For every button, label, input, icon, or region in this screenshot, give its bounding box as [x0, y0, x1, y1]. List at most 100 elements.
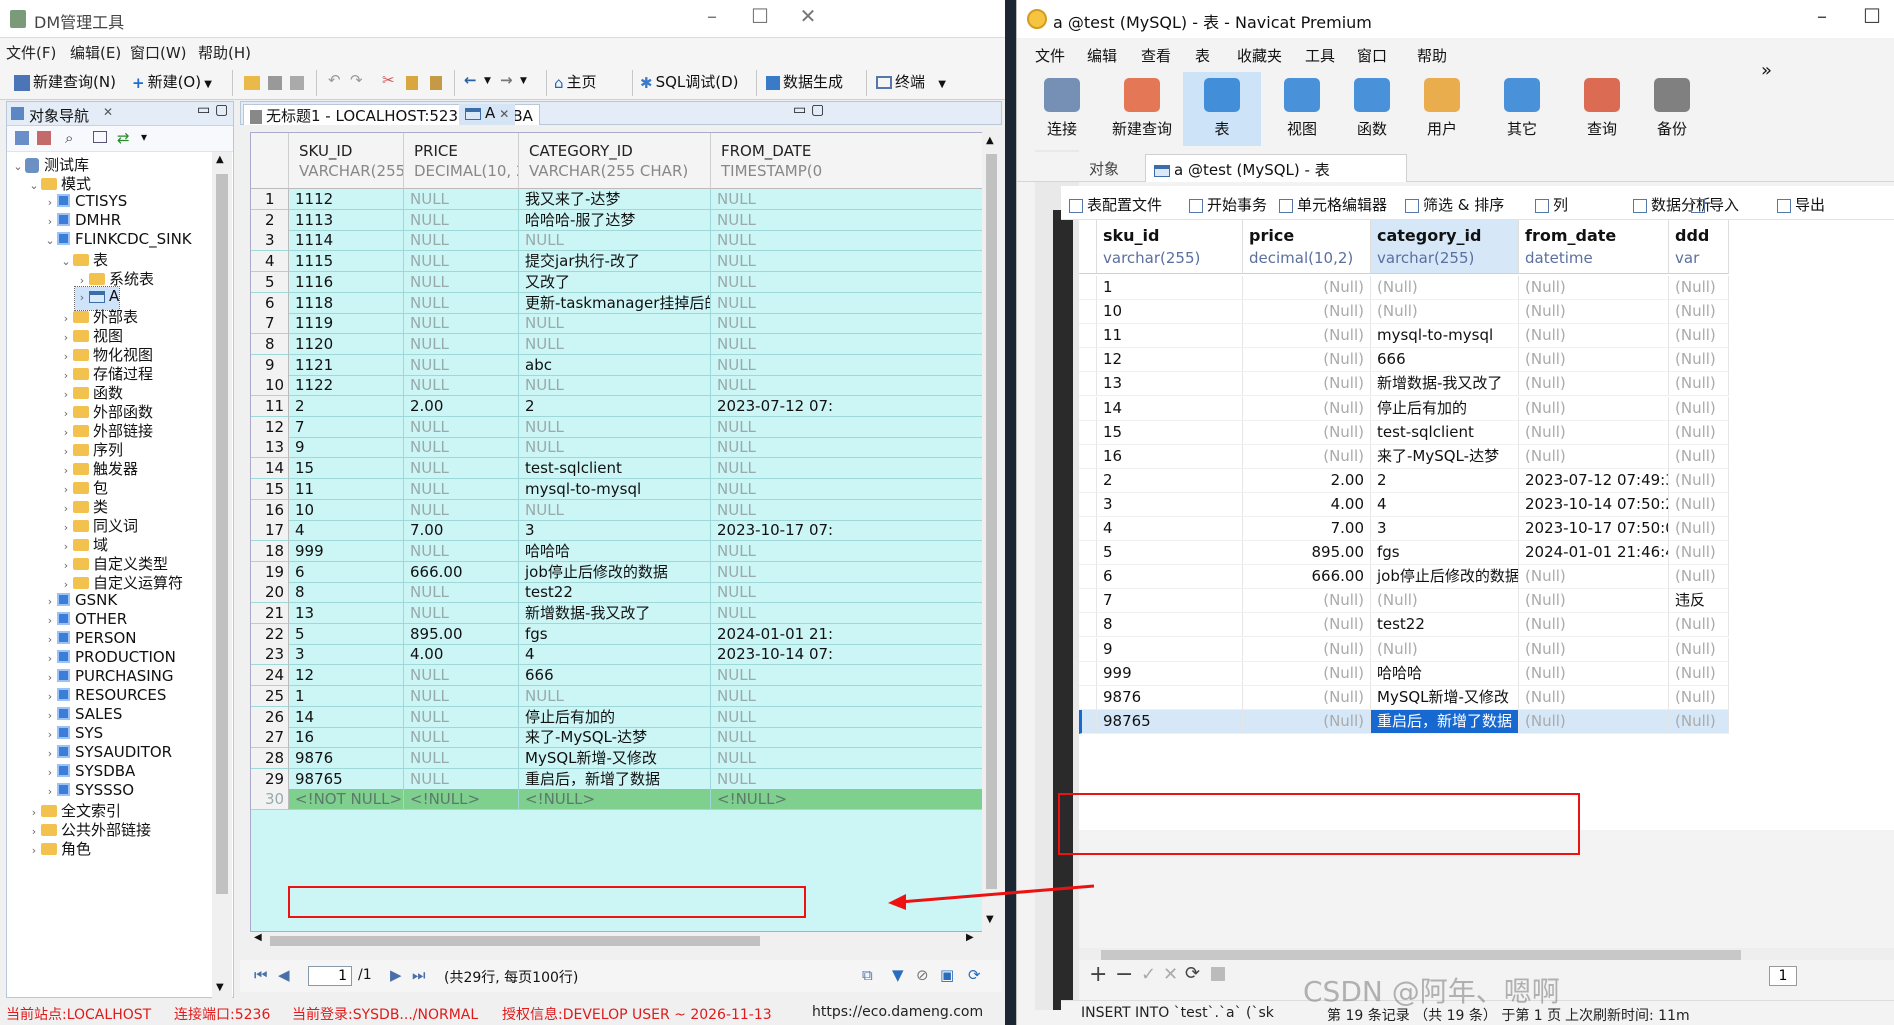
- menu-window[interactable]: 窗口(W): [130, 42, 187, 63]
- grid-cell[interactable]: NULL: [404, 478, 519, 500]
- collapsed-icon[interactable]: ›: [43, 690, 57, 703]
- grid-cell[interactable]: (Null): [1371, 637, 1519, 662]
- grid-cell[interactable]: NULL: [519, 499, 711, 521]
- grid-cell[interactable]: NULL: [519, 437, 711, 459]
- collapsed-icon[interactable]: ›: [43, 728, 57, 741]
- ribbon-button[interactable]: 连接: [1023, 72, 1101, 146]
- row-marker[interactable]: [1079, 300, 1097, 325]
- grid-cell[interactable]: 2023-10-14 07:: [711, 644, 991, 666]
- grid-cell[interactable]: (Null): [1243, 661, 1371, 686]
- grid-cell[interactable]: <!NULL>: [519, 789, 711, 811]
- grid-cell[interactable]: NULL: [711, 500, 991, 521]
- grid-cell[interactable]: (Null): [1519, 444, 1669, 469]
- grid-cell[interactable]: 哈哈哈-服了达梦: [519, 209, 711, 231]
- grid-cell[interactable]: NULL: [711, 727, 991, 749]
- grid-cell[interactable]: 4: [1097, 517, 1243, 541]
- grid-cell[interactable]: (Null): [1669, 492, 1729, 517]
- grid-cell[interactable]: NULL: [711, 479, 991, 500]
- grid-cell[interactable]: 10: [1097, 300, 1243, 325]
- tab-objects[interactable]: 对象: [1089, 158, 1119, 179]
- collapsed-icon[interactable]: ›: [43, 633, 57, 646]
- column-header[interactable]: PRICE DECIMAL(10, 2): [404, 133, 519, 189]
- grid-cell[interactable]: 1114: [289, 230, 404, 252]
- table-toolbar-button[interactable]: 表配置文件: [1069, 194, 1162, 215]
- filter-icon[interactable]: ▼: [892, 966, 904, 984]
- discard-button[interactable]: ✕: [1163, 964, 1178, 985]
- collapsed-icon[interactable]: ›: [43, 196, 57, 209]
- grid-cell[interactable]: 9: [289, 437, 404, 459]
- grid-cell[interactable]: NULL: [519, 375, 711, 397]
- grid-cell[interactable]: 10: [289, 499, 404, 521]
- grid-cell[interactable]: NULL: [711, 437, 991, 459]
- apply-button[interactable]: ✓: [1141, 964, 1156, 985]
- grid-cell[interactable]: test22: [519, 582, 711, 604]
- grid-cell[interactable]: NULL: [519, 333, 711, 355]
- row-marker[interactable]: [1079, 541, 1097, 566]
- grid-cell[interactable]: 又改了: [519, 271, 711, 293]
- grid-cell[interactable]: 895.00: [404, 623, 519, 645]
- table-toolbar-button[interactable]: 列: [1535, 194, 1568, 215]
- back-dropdown-icon[interactable]: ▼: [484, 76, 491, 100]
- column-header[interactable]: price decimal(10,2): [1243, 220, 1371, 274]
- collapsed-icon[interactable]: ›: [59, 445, 73, 458]
- row-marker[interactable]: [1079, 565, 1097, 590]
- grid-cell[interactable]: 15: [289, 458, 404, 480]
- grid-cell[interactable]: 哈哈哈: [519, 540, 711, 562]
- collapsed-icon[interactable]: ›: [59, 464, 73, 477]
- table-toolbar-button[interactable]: 筛选 & 排序: [1405, 194, 1504, 215]
- grid-cell[interactable]: 5: [1097, 541, 1243, 566]
- grid-cell[interactable]: 9876: [1097, 685, 1243, 710]
- menu-item[interactable]: 查看: [1141, 45, 1171, 66]
- grid-cell[interactable]: NULL: [404, 458, 519, 480]
- expanded-icon[interactable]: ⌄: [11, 160, 25, 173]
- table-toolbar-button[interactable]: 单元格编辑器: [1279, 194, 1387, 215]
- grid-cell[interactable]: 2023-07-12 07:: [711, 396, 991, 417]
- grid-cell[interactable]: (Null): [1243, 685, 1371, 710]
- grid-cell[interactable]: 3: [1371, 517, 1519, 541]
- grid-cell[interactable]: (Null): [1243, 300, 1371, 325]
- collapsed-icon[interactable]: ›: [43, 652, 57, 665]
- grid-cell[interactable]: NULL: [711, 251, 991, 273]
- row-marker[interactable]: [1079, 613, 1097, 638]
- grid-cell[interactable]: 2024-01-01 21:: [711, 624, 991, 645]
- row-marker[interactable]: [1079, 685, 1097, 710]
- save-grid-icon[interactable]: ▣: [940, 966, 954, 984]
- grid-cell[interactable]: (Null): [1669, 420, 1729, 445]
- grid-cell[interactable]: NULL: [404, 251, 519, 273]
- grid-cell[interactable]: NULL: [519, 416, 711, 438]
- maximize-panel-icon[interactable]: ▢: [215, 102, 228, 118]
- menu-item[interactable]: 编辑: [1087, 45, 1117, 66]
- last-page-icon[interactable]: ⏭: [412, 966, 426, 984]
- collapsed-icon[interactable]: ›: [43, 709, 57, 722]
- column-header[interactable]: FROM_DATE TIMESTAMP(0: [711, 133, 991, 189]
- grid-cell[interactable]: 3: [519, 520, 711, 542]
- forward-icon[interactable]: →: [500, 71, 513, 95]
- close-tab-icon[interactable]: ✕: [103, 105, 113, 119]
- grid-cell[interactable]: 重启后，新增了数据: [1371, 709, 1519, 734]
- grid-cell[interactable]: (Null): [1519, 396, 1669, 421]
- grid-cell[interactable]: MySQL新增-又修改: [519, 747, 711, 769]
- column-header[interactable]: sku_id varchar(255): [1097, 220, 1243, 274]
- grid-cell[interactable]: 4: [289, 520, 404, 542]
- grid-cell[interactable]: NULL: [404, 685, 519, 707]
- row-marker[interactable]: [1079, 468, 1097, 493]
- grid-cell[interactable]: 更新-taskmanager挂掉后的操作: [519, 292, 711, 314]
- grid-cell[interactable]: NULL: [404, 375, 519, 397]
- row-marker[interactable]: [1079, 589, 1097, 614]
- ribbon-button[interactable]: 视图: [1263, 72, 1341, 146]
- grid-cell[interactable]: NULL: [404, 727, 519, 749]
- grid-cell[interactable]: (Null): [1519, 613, 1669, 638]
- grid-cell[interactable]: (Null): [1519, 300, 1669, 325]
- grid-cell[interactable]: NULL: [711, 230, 991, 252]
- undo-icon[interactable]: ↶: [328, 71, 341, 95]
- grid-cell[interactable]: 新增数据-我又改了: [519, 603, 711, 624]
- menu-item[interactable]: 收藏夹: [1237, 45, 1282, 66]
- grid-cell[interactable]: 666.00: [404, 561, 519, 583]
- grid-cell[interactable]: mysql-to-mysql: [1371, 324, 1519, 349]
- table-toolbar-button[interactable]: 导入: [1691, 194, 1739, 215]
- sql-debug-button[interactable]: ✱ SQL调试(D): [640, 71, 739, 95]
- grid-cell[interactable]: 5: [289, 623, 404, 645]
- disconnect-icon[interactable]: [37, 131, 51, 145]
- grid-cell[interactable]: (Null): [1519, 565, 1669, 590]
- grid-cell[interactable]: fgs: [519, 623, 711, 645]
